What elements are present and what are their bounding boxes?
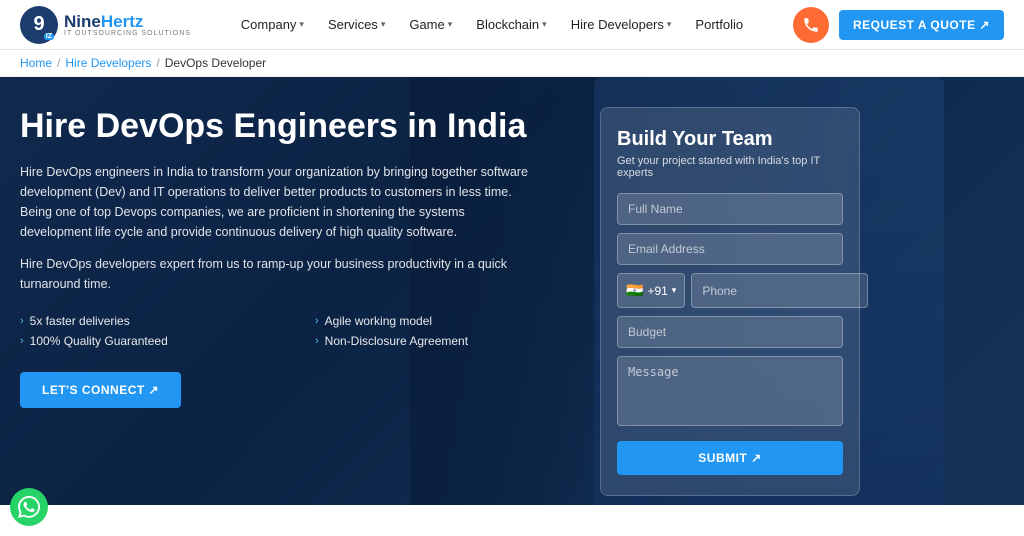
nav-links: Company ▾ Services ▾ Game ▾ Blockchain ▾… xyxy=(231,11,753,38)
chevron-right-icon: › xyxy=(20,335,24,347)
hero-title: Hire DevOps Engineers in India xyxy=(20,107,580,146)
chevron-down-icon: ▾ xyxy=(448,19,453,30)
hero-section: Hire DevOps Engineers in India Hire DevO… xyxy=(0,77,1024,505)
feature-label-3: 100% Quality Guaranteed xyxy=(30,334,168,348)
breadcrumb: Home / Hire Developers / DevOps Develope… xyxy=(0,50,1024,77)
whatsapp-button[interactable] xyxy=(10,488,48,526)
country-code-selector[interactable]: 🇮🇳 +91 ▾ xyxy=(617,273,685,308)
nav-item-services[interactable]: Services ▾ xyxy=(318,11,395,38)
phone-icon xyxy=(802,16,820,34)
logo-initial: 9 xyxy=(33,13,44,36)
breadcrumb-separator: / xyxy=(156,56,159,70)
hero-left: Hire DevOps Engineers in India Hire DevO… xyxy=(20,107,600,475)
breadcrumb-current: DevOps Developer xyxy=(165,56,266,70)
chevron-down-icon: ▾ xyxy=(667,19,672,30)
feature-label-4: Non-Disclosure Agreement xyxy=(325,334,468,348)
feature-item-2: › Agile working model xyxy=(315,314,580,328)
feature-label-1: 5x faster deliveries xyxy=(30,314,130,328)
nav-actions: REQUEST A QUOTE ↗ xyxy=(793,7,1004,43)
hero-description-1: Hire DevOps engineers in India to transf… xyxy=(20,162,530,242)
whatsapp-icon xyxy=(18,496,40,518)
feature-item-3: › 100% Quality Guaranteed xyxy=(20,334,285,348)
nav-item-portfolio[interactable]: Portfolio xyxy=(685,11,753,38)
logo[interactable]: 9 IZ NineHertz IT Outsourcing Solutions xyxy=(20,6,191,44)
hero-description-2: Hire DevOps developers expert from us to… xyxy=(20,254,530,294)
nav-item-hire-developers[interactable]: Hire Developers ▾ xyxy=(561,11,682,38)
navbar: 9 IZ NineHertz IT Outsourcing Solutions … xyxy=(0,0,1024,50)
country-code: +91 xyxy=(647,284,667,298)
chevron-down-icon: ▾ xyxy=(381,19,386,30)
feature-label-2: Agile working model xyxy=(325,314,432,328)
submit-button[interactable]: SUBMIT ↗ xyxy=(617,441,843,475)
nav-item-blockchain[interactable]: Blockchain ▾ xyxy=(466,11,556,38)
logo-text: NineHertz IT Outsourcing Solutions xyxy=(64,13,191,37)
form-subtitle: Get your project started with India's to… xyxy=(617,155,843,179)
phone-row: 🇮🇳 +91 ▾ xyxy=(617,273,843,308)
lets-connect-button[interactable]: LET'S CONNECT ↗ xyxy=(20,372,181,408)
flag-icon: 🇮🇳 xyxy=(626,282,643,299)
chevron-down-icon: ▾ xyxy=(299,19,304,30)
feature-item-1: › 5x faster deliveries xyxy=(20,314,285,328)
form-title: Build Your Team xyxy=(617,128,843,151)
breadcrumb-separator: / xyxy=(57,56,60,70)
chevron-down-icon: ▾ xyxy=(542,19,547,30)
nav-item-game[interactable]: Game ▾ xyxy=(399,11,462,38)
message-input[interactable] xyxy=(617,356,843,426)
hero-content: Hire DevOps Engineers in India Hire DevO… xyxy=(0,77,1024,505)
phone-input[interactable] xyxy=(691,273,868,308)
hero-features: › 5x faster deliveries › Agile working m… xyxy=(20,314,580,348)
phone-button[interactable] xyxy=(793,7,829,43)
request-quote-button[interactable]: REQUEST A QUOTE ↗ xyxy=(839,10,1004,40)
full-name-input[interactable] xyxy=(617,193,843,225)
breadcrumb-home[interactable]: Home xyxy=(20,56,52,70)
chevron-right-icon: › xyxy=(315,315,319,327)
dropdown-icon: ▾ xyxy=(672,285,677,296)
hero-form-panel: Build Your Team Get your project started… xyxy=(600,107,860,475)
build-team-form: Build Your Team Get your project started… xyxy=(600,107,860,496)
breadcrumb-hire-developers[interactable]: Hire Developers xyxy=(65,56,151,70)
chevron-right-icon: › xyxy=(20,315,24,327)
chevron-right-icon: › xyxy=(315,335,319,347)
email-input[interactable] xyxy=(617,233,843,265)
budget-input[interactable] xyxy=(617,316,843,348)
feature-item-4: › Non-Disclosure Agreement xyxy=(315,334,580,348)
logo-icon: 9 IZ xyxy=(20,6,58,44)
nav-item-company[interactable]: Company ▾ xyxy=(231,11,314,38)
